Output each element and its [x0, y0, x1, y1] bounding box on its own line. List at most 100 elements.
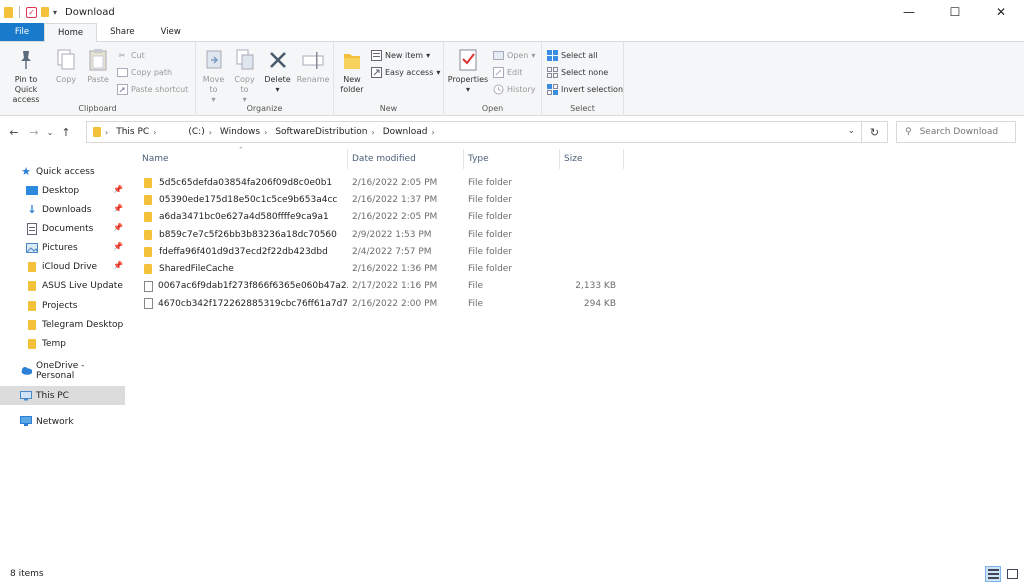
- file-row[interactable]: 4670cb342f172262885319cbc76ff61a7d7... 2/…: [138, 295, 624, 312]
- details-view-icon[interactable]: [985, 566, 1001, 582]
- file-row[interactable]: a6da3471bc0e627a4d580ffffe9ca9a1 2/16/202…: [138, 209, 624, 226]
- column-header-name[interactable]: ⌃ Name: [138, 146, 348, 169]
- sidebar-item-desktop[interactable]: Desktop 📌: [0, 181, 125, 200]
- column-header-label: Size: [564, 154, 583, 164]
- breadcrumb-chevron-icon[interactable]: ›: [153, 128, 156, 137]
- close-button[interactable]: ✕: [978, 0, 1024, 24]
- sidebar-item-telegram-desktop[interactable]: Telegram Desktop: [0, 315, 125, 334]
- invert-selection-icon: [546, 83, 558, 95]
- breadcrumb-this-pc[interactable]: This PC: [116, 127, 149, 137]
- file-type: File folder: [468, 264, 513, 275]
- file-row[interactable]: fdeffa96f401d9d37ecd2f22db423dbd 2/4/2022…: [138, 243, 624, 260]
- invert-selection-label: Invert selection: [561, 84, 624, 94]
- recent-locations-chevron-icon[interactable]: ⌄: [44, 121, 56, 143]
- cut-button[interactable]: ✂ Cut: [116, 47, 188, 63]
- column-header-type[interactable]: Type: [464, 149, 560, 169]
- large-icons-view-icon[interactable]: [1004, 566, 1020, 582]
- breadcrumb-chevron-icon[interactable]: ›: [264, 128, 267, 137]
- file-name: SharedFileCache: [159, 264, 234, 275]
- file-size: 294 KB: [583, 298, 616, 309]
- file-name: 4670cb342f172262885319cbc76ff61a7d7...: [158, 298, 348, 309]
- open-button[interactable]: Open ▾: [492, 47, 535, 63]
- new-item-button[interactable]: New item ▾: [370, 47, 440, 63]
- properties-icon[interactable]: ✓: [26, 6, 37, 18]
- file-date: 2/16/2022 2:05 PM: [352, 212, 438, 223]
- file-row[interactable]: 0067ac6f9dab1f273f866f6365e060b47a2... 2/…: [138, 278, 624, 295]
- breadcrumb-windows[interactable]: Windows: [220, 127, 260, 137]
- new-folder-icon[interactable]: [41, 7, 49, 17]
- copy-path-icon: [116, 66, 128, 78]
- sidebar-item-asus-live-update[interactable]: ASUS Live Update: [0, 276, 125, 295]
- address-bar[interactable]: › This PC › (C:) › Windows › SoftwareDis…: [86, 121, 862, 143]
- maximize-button[interactable]: ☐: [932, 0, 978, 24]
- sidebar-item-documents[interactable]: Documents 📌: [0, 219, 125, 238]
- folder-icon: [144, 177, 154, 188]
- column-header-date[interactable]: Date modified: [348, 149, 464, 169]
- sidebar-item-label: Projects: [42, 300, 78, 311]
- file-row[interactable]: b859c7e7c5f26bb3b83236a18dc70560 2/9/2022…: [138, 226, 624, 243]
- sort-ascending-icon: ⌃: [238, 146, 244, 154]
- sidebar-item-pictures[interactable]: Pictures 📌: [0, 238, 125, 257]
- tab-file[interactable]: File: [0, 23, 44, 41]
- customize-qat-chevron-icon[interactable]: ▾: [53, 8, 57, 17]
- paste-shortcut-button[interactable]: Paste shortcut: [116, 81, 188, 97]
- file-date: 2/16/2022 2:00 PM: [352, 298, 438, 309]
- organize-group-label: Organize: [246, 104, 283, 113]
- file-row[interactable]: SharedFileCache 2/16/2022 1:36 PM File fol…: [138, 260, 624, 277]
- breadcrumb-download[interactable]: Download: [383, 127, 428, 137]
- sidebar-item-temp[interactable]: Temp: [0, 334, 125, 353]
- breadcrumb-chevron-icon[interactable]: ›: [105, 128, 108, 137]
- sidebar-item-network[interactable]: Network: [0, 412, 125, 431]
- column-header-size[interactable]: Size: [560, 149, 624, 169]
- breadcrumb-drive-c[interactable]: (C:): [188, 127, 204, 137]
- folder-icon: [144, 194, 154, 205]
- select-none-button[interactable]: Select none: [546, 64, 623, 80]
- move-to-icon: [202, 47, 226, 73]
- file-date: 2/9/2022 1:53 PM: [352, 229, 432, 240]
- file-row[interactable]: 05390ede175d18e50c1c5ce9b653a4cc 2/16/202…: [138, 191, 624, 208]
- tab-share[interactable]: Share: [97, 23, 148, 41]
- edit-button[interactable]: Edit: [492, 64, 535, 80]
- sidebar-item-label: Pictures: [42, 242, 78, 253]
- sidebar-item-this-pc[interactable]: This PC: [0, 386, 125, 405]
- refresh-icon[interactable]: ↻: [862, 121, 888, 143]
- download-icon: ↓: [27, 203, 37, 216]
- open-icon: [492, 49, 504, 61]
- history-button[interactable]: History: [492, 81, 535, 97]
- open-label: Open: [507, 50, 529, 60]
- tab-home[interactable]: Home: [44, 23, 98, 42]
- qat-separator: [19, 6, 20, 18]
- pin-icon[interactable]: 📌: [113, 185, 123, 194]
- address-dropdown-chevron-icon[interactable]: ⌄: [847, 126, 855, 136]
- history-label: History: [507, 84, 536, 94]
- breadcrumb-chevron-icon[interactable]: ›: [431, 128, 434, 137]
- copy-path-button[interactable]: Copy path: [116, 64, 188, 80]
- breadcrumb-chevron-icon[interactable]: ›: [372, 128, 375, 137]
- breadcrumb-softwaredistribution[interactable]: SoftwareDistribution: [275, 127, 367, 137]
- sidebar-item-icloud-drive[interactable]: iCloud Drive 📌: [0, 257, 125, 276]
- sidebar-item-onedrive[interactable]: OneDrive - Personal: [0, 361, 125, 381]
- pin-icon[interactable]: 📌: [113, 223, 123, 232]
- sidebar-item-label: This PC: [36, 390, 69, 401]
- sidebar-item-projects[interactable]: Projects: [0, 296, 125, 315]
- pin-icon[interactable]: 📌: [113, 242, 123, 251]
- back-arrow-icon[interactable]: ←: [4, 121, 24, 143]
- pin-icon[interactable]: 📌: [113, 261, 123, 270]
- select-all-button[interactable]: Select all: [546, 47, 623, 63]
- open-chevron-icon: ▾: [531, 50, 536, 60]
- minimize-button[interactable]: —: [886, 0, 932, 24]
- column-header-label: Name: [142, 154, 169, 164]
- address-folder-icon: [93, 127, 101, 137]
- rename-label: Rename: [296, 75, 330, 84]
- search-box[interactable]: ⚲ Search Download: [896, 121, 1016, 143]
- sidebar-item-downloads[interactable]: ↓ Downloads 📌: [0, 200, 125, 219]
- pin-icon[interactable]: 📌: [113, 204, 123, 213]
- up-arrow-icon[interactable]: ↑: [56, 121, 76, 143]
- breadcrumb-chevron-icon[interactable]: ›: [209, 128, 212, 137]
- forward-arrow-icon[interactable]: →: [24, 121, 44, 143]
- easy-access-button[interactable]: Easy access ▾: [370, 64, 440, 80]
- sidebar-item-quick-access[interactable]: ★ Quick access: [0, 162, 125, 181]
- invert-selection-button[interactable]: Invert selection: [546, 81, 623, 97]
- file-row[interactable]: 5d5c65defda03854fa206f09d8c0e0b1 2/16/202…: [138, 174, 624, 191]
- tab-view[interactable]: View: [148, 23, 194, 41]
